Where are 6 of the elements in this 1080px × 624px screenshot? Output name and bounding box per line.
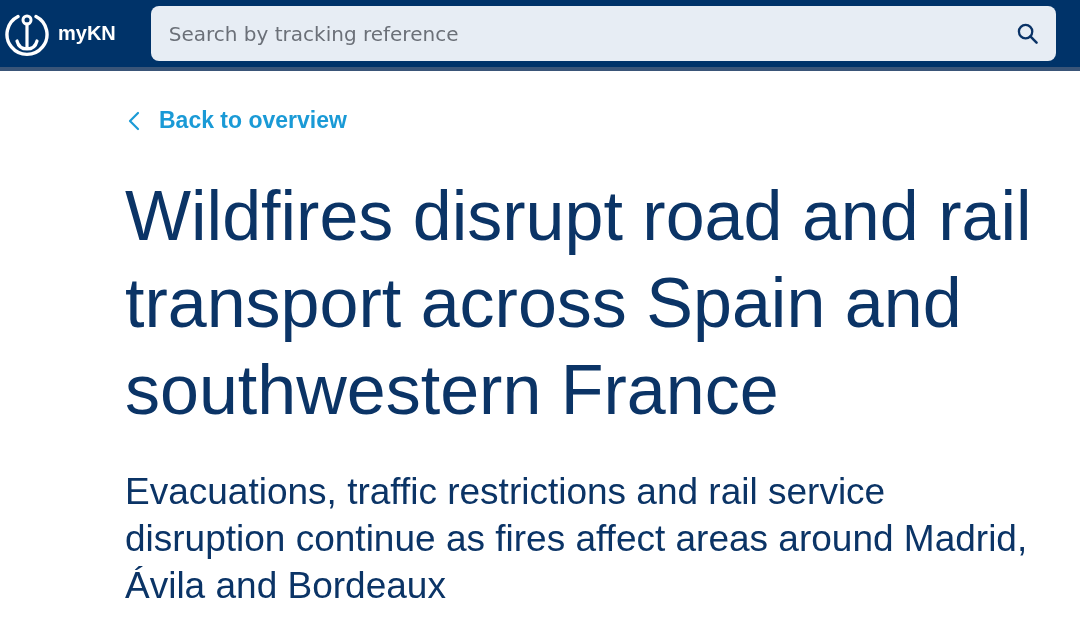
article-subtitle: Evacuations, traffic restrictions and rail service disruption continue as fires affect areas around Madrid, Ávila and Bordeaux (125, 469, 1029, 608)
chevron-left-icon (128, 110, 140, 131)
brand-name[interactable]: myKN (58, 22, 116, 45)
search-icon[interactable] (1017, 23, 1038, 44)
article-title: Wildfires disrupt road and rail transport across Spain and southwestern France (125, 175, 1033, 431)
search-field[interactable]: Search by tracking reference (150, 6, 1056, 61)
